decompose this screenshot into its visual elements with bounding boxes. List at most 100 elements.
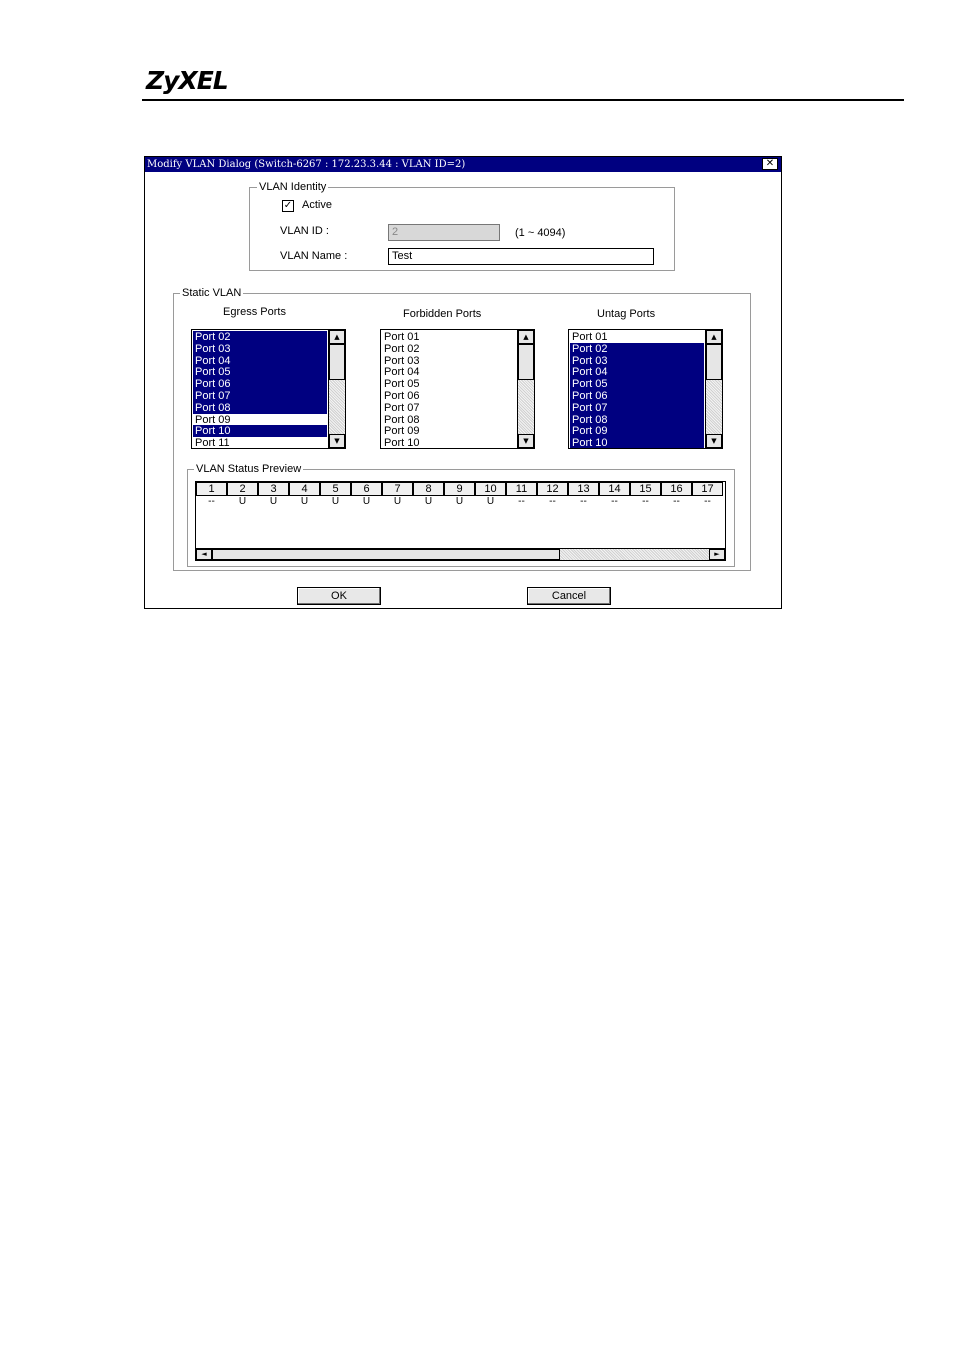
- list-item[interactable]: Port 09: [382, 425, 516, 437]
- list-item[interactable]: Port 02: [193, 331, 327, 343]
- preview-port-header: 8: [413, 482, 444, 496]
- preview-port-status: --: [642, 496, 649, 507]
- list-item[interactable]: Port 08: [570, 413, 704, 425]
- forbidden-items: Port 01 Port 02 Port 03 Port 04 Port 05 Port …: [382, 331, 516, 448]
- forbidden-scrollbar[interactable]: ▲ ▼: [517, 330, 534, 448]
- preview-port-header: 10: [475, 482, 506, 496]
- modify-vlan-dialog: Modify VLAN Dialog (Switch-6267 : 172.23…: [144, 156, 782, 609]
- preview-port-status: U: [393, 496, 402, 507]
- list-item[interactable]: Port 06: [193, 378, 327, 390]
- preview-hscrollbar[interactable]: ◄ ►: [196, 548, 725, 560]
- list-item[interactable]: Port 05: [382, 378, 516, 390]
- vlan-id-range: (1 ~ 4094): [515, 227, 566, 239]
- scroll-right-icon[interactable]: ►: [709, 549, 725, 560]
- preview-port-status: U: [331, 496, 340, 507]
- list-item[interactable]: Port 01: [570, 331, 704, 343]
- egress-scrollbar[interactable]: ▲ ▼: [328, 330, 345, 448]
- preview-port-header: 11: [506, 482, 537, 496]
- preview-hscroll-thumb[interactable]: [212, 549, 560, 560]
- list-item[interactable]: Port 09: [193, 413, 327, 425]
- preview-port-header: 12: [537, 482, 568, 496]
- vlan-name-field[interactable]: Test: [388, 248, 654, 265]
- vlan-status-preview-table[interactable]: 1 2 3 4 5 6 7 8 9 10 11 12 13 14 15 16 17 -- U U U U U U U U U -- -…: [195, 481, 726, 561]
- untag-ports-label: Untag Ports: [597, 308, 656, 320]
- preview-port-status: U: [300, 496, 309, 507]
- forbidden-ports-label: Forbidden Ports: [403, 308, 482, 320]
- untag-ports-list[interactable]: Port 01 Port 02 Port 03 Port 04 Port 05 Port …: [568, 329, 723, 449]
- preview-port-status: U: [238, 496, 247, 507]
- preview-port-header: 4: [289, 482, 320, 496]
- list-item[interactable]: Port 06: [382, 390, 516, 402]
- preview-port-status: U: [455, 496, 464, 507]
- list-item[interactable]: Port 02: [570, 342, 704, 355]
- close-button[interactable]: ✕: [762, 158, 778, 170]
- egress-ports-list[interactable]: Port 02 Port 03 Port 04 Port 05 Port 06 Port …: [191, 329, 346, 449]
- static-vlan-title: Static VLAN: [180, 287, 244, 299]
- cancel-button[interactable]: Cancel: [527, 587, 611, 605]
- list-item[interactable]: Port 08: [193, 401, 327, 414]
- list-item[interactable]: Port 07: [570, 401, 704, 414]
- list-item[interactable]: Port 08: [382, 414, 516, 426]
- scroll-up-icon[interactable]: ▲: [706, 330, 722, 344]
- zyxel-logo: ZyXEL: [146, 66, 229, 95]
- preview-port-status: U: [269, 496, 278, 507]
- preview-port-status: --: [580, 496, 587, 507]
- untag-scrollbar[interactable]: ▲ ▼: [705, 330, 722, 448]
- vlan-name-label: VLAN Name :: [280, 250, 348, 262]
- list-item[interactable]: Port 02: [382, 343, 516, 355]
- scroll-down-icon[interactable]: ▼: [518, 434, 534, 448]
- preview-status-row: -- U U U U U U U U U -- -- -- -- -- -- --: [196, 497, 723, 509]
- list-item[interactable]: Port 05: [570, 378, 704, 390]
- list-item[interactable]: Port 10: [193, 425, 327, 437]
- preview-port-header: 14: [599, 482, 630, 496]
- vlan-id-field[interactable]: 2: [388, 224, 500, 241]
- scroll-down-icon[interactable]: ▼: [329, 434, 345, 448]
- list-item[interactable]: Port 04: [382, 366, 516, 378]
- scroll-left-icon[interactable]: ◄: [196, 549, 212, 560]
- egress-items: Port 02 Port 03 Port 04 Port 05 Port 06 Port …: [193, 331, 327, 448]
- preview-port-status: --: [611, 496, 618, 507]
- list-item[interactable]: Port 07: [193, 389, 327, 402]
- preview-port-header: 3: [258, 482, 289, 496]
- ok-button[interactable]: OK: [297, 587, 381, 605]
- list-item[interactable]: Port 11: [193, 437, 327, 448]
- list-item[interactable]: Port 05: [193, 366, 327, 378]
- preview-port-status: U: [424, 496, 433, 507]
- list-item[interactable]: Port 04: [193, 354, 327, 366]
- untag-items: Port 01 Port 02 Port 03 Port 04 Port 05 Port …: [570, 331, 704, 448]
- preview-port-status: --: [549, 496, 556, 507]
- preview-port-status: U: [362, 496, 371, 507]
- preview-port-status: --: [673, 496, 680, 507]
- list-item[interactable]: Port 03: [570, 354, 704, 366]
- list-item[interactable]: Port 10: [382, 437, 516, 448]
- vlan-id-label: VLAN ID :: [280, 225, 329, 237]
- preview-port-status: U: [486, 496, 495, 507]
- list-item[interactable]: Port 04: [570, 366, 704, 378]
- list-item[interactable]: Port 03: [193, 342, 327, 355]
- list-item[interactable]: Port 03: [382, 355, 516, 367]
- preview-port-header: 13: [568, 482, 599, 496]
- scroll-thumb[interactable]: [706, 344, 722, 380]
- preview-port-header: 1: [196, 482, 227, 496]
- list-item[interactable]: Port 10: [570, 437, 704, 448]
- list-item[interactable]: Port 07: [382, 402, 516, 414]
- scroll-thumb[interactable]: [329, 344, 345, 380]
- list-item[interactable]: Port 09: [570, 425, 704, 437]
- forbidden-ports-list[interactable]: Port 01 Port 02 Port 03 Port 04 Port 05 Port …: [380, 329, 535, 449]
- vlan-identity-title: VLAN Identity: [257, 181, 329, 193]
- preview-header-row: 1 2 3 4 5 6 7 8 9 10 11 12 13 14 15 16 17: [196, 482, 723, 496]
- dialog-title: Modify VLAN Dialog (Switch-6267 : 172.23…: [145, 157, 781, 172]
- preview-port-header: 9: [444, 482, 475, 496]
- scroll-up-icon[interactable]: ▲: [329, 330, 345, 344]
- active-checkbox[interactable]: ✓: [282, 200, 294, 212]
- egress-ports-label: Egress Ports: [223, 306, 286, 318]
- scroll-down-icon[interactable]: ▼: [706, 434, 722, 448]
- list-item[interactable]: Port 06: [570, 389, 704, 402]
- preview-port-header: 16: [661, 482, 692, 496]
- preview-port-header: 17: [692, 482, 723, 496]
- list-item[interactable]: Port 01: [382, 331, 516, 343]
- preview-port-status: --: [704, 496, 711, 507]
- scroll-thumb[interactable]: [518, 344, 534, 380]
- preview-port-header: 15: [630, 482, 661, 496]
- scroll-up-icon[interactable]: ▲: [518, 330, 534, 344]
